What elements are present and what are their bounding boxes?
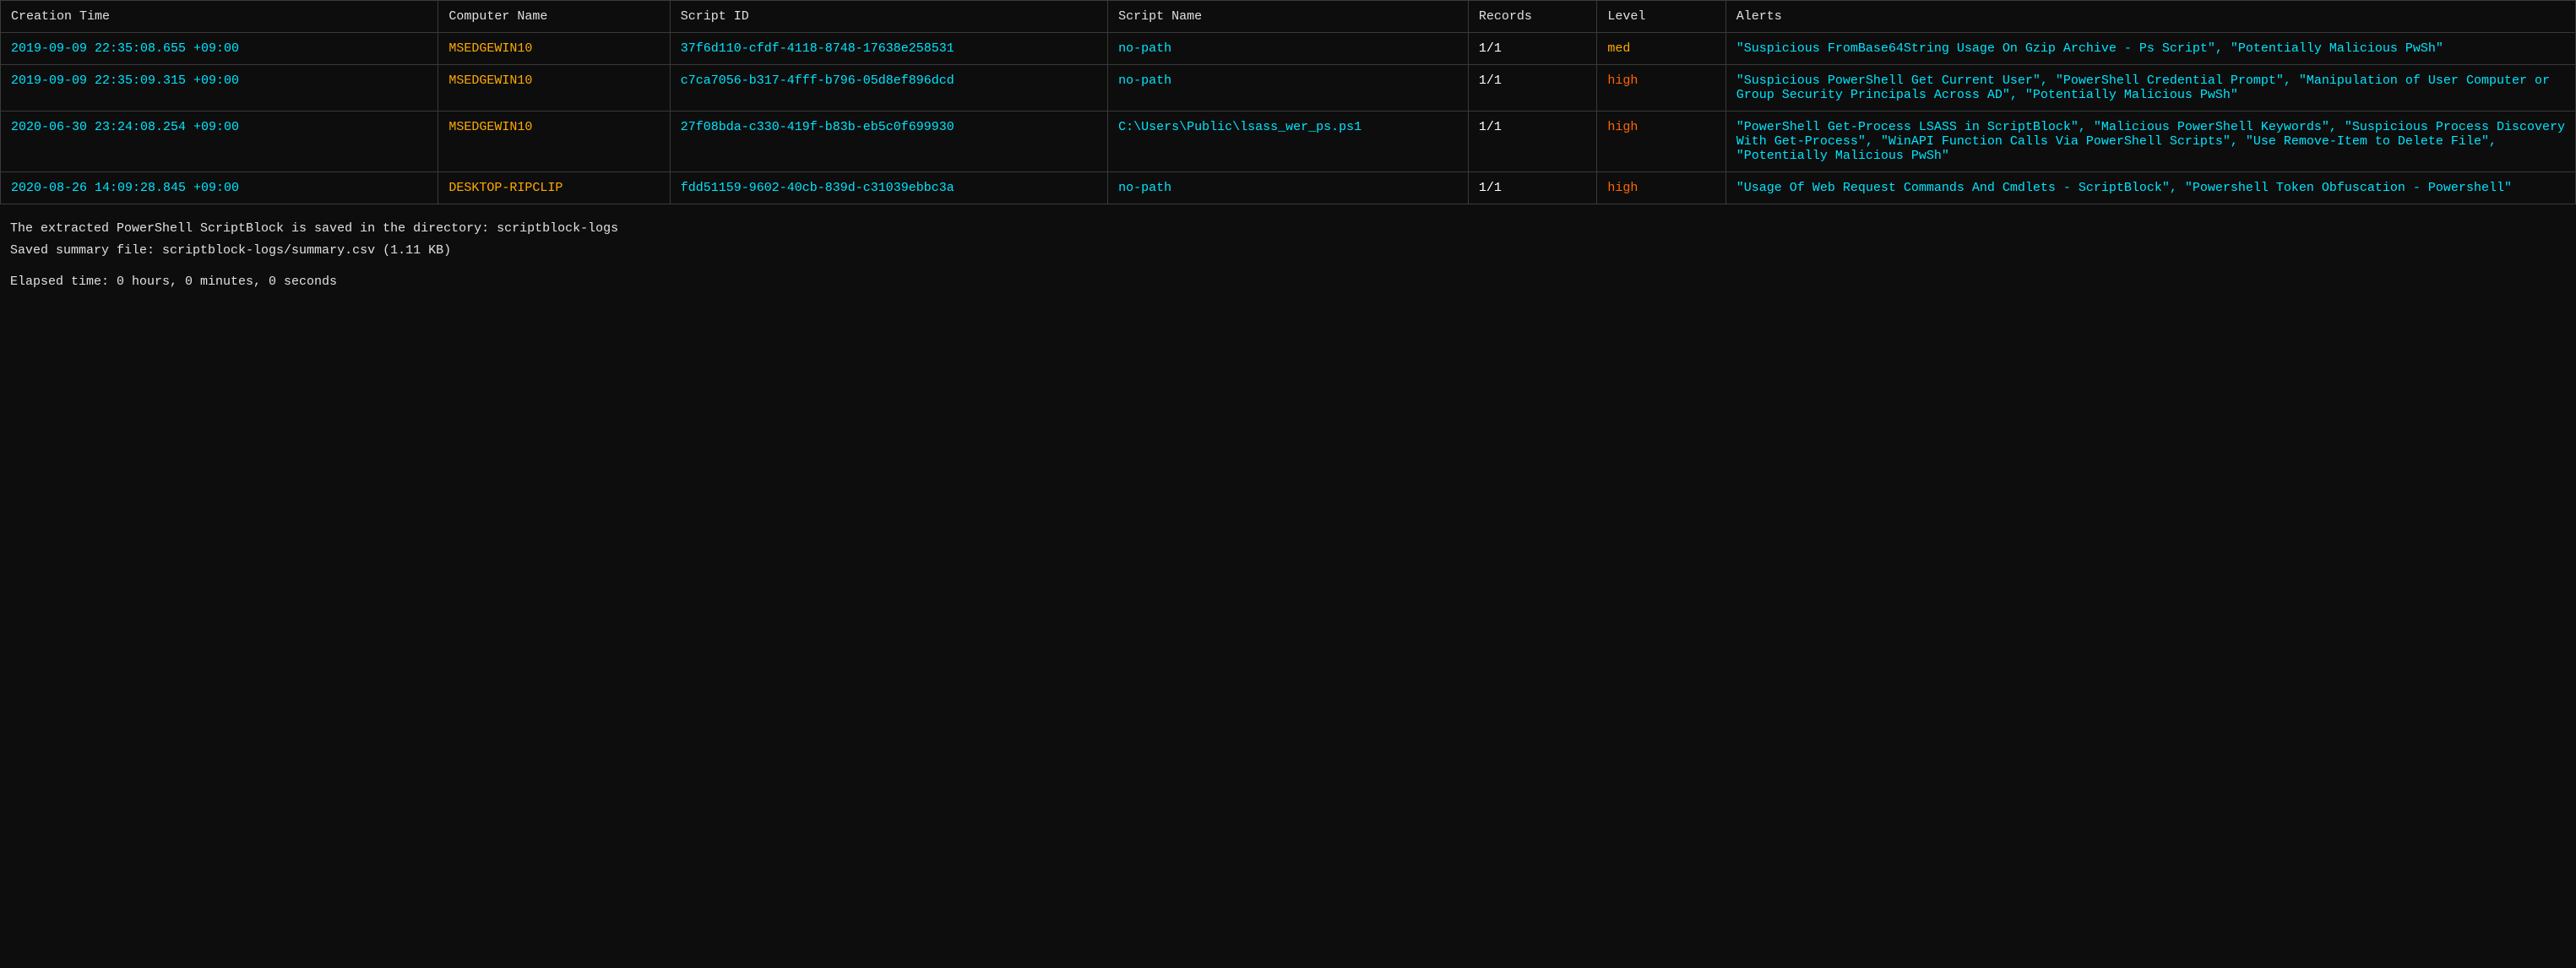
cell-records: 1/1: [1468, 172, 1596, 204]
cell-scriptname: no-path: [1108, 172, 1469, 204]
cell-computer: MSEDGEWIN10: [438, 111, 670, 172]
footer-elapsed: Elapsed time: 0 hours, 0 minutes, 0 seco…: [10, 271, 2566, 293]
cell-level: med: [1597, 33, 1725, 65]
footer-line-2: Saved summary file: scriptblock-logs/sum…: [10, 240, 2566, 262]
cell-level: high: [1597, 172, 1725, 204]
cell-computer: MSEDGEWIN10: [438, 33, 670, 65]
cell-scriptname: no-path: [1108, 65, 1469, 111]
cell-level: high: [1597, 111, 1725, 172]
table-row: 2019-09-09 22:35:08.655 +09:00MSEDGEWIN1…: [1, 33, 2576, 65]
header-computer-name: Computer Name: [438, 1, 670, 33]
header-script-name: Script Name: [1108, 1, 1469, 33]
cell-scriptid: fdd51159-9602-40cb-839d-c31039ebbc3a: [670, 172, 1107, 204]
cell-computer: DESKTOP-RIPCLIP: [438, 172, 670, 204]
cell-time: 2019-09-09 22:35:09.315 +09:00: [1, 65, 438, 111]
cell-time: 2020-08-26 14:09:28.845 +09:00: [1, 172, 438, 204]
results-table: Creation Time Computer Name Script ID Sc…: [0, 0, 2576, 204]
cell-records: 1/1: [1468, 111, 1596, 172]
main-container: Creation Time Computer Name Script ID Sc…: [0, 0, 2576, 307]
cell-scriptname: no-path: [1108, 33, 1469, 65]
cell-alerts: "PowerShell Get-Process LSASS in ScriptB…: [1725, 111, 2575, 172]
header-script-id: Script ID: [670, 1, 1107, 33]
cell-scriptid: 37f6d110-cfdf-4118-8748-17638e258531: [670, 33, 1107, 65]
header-creation-time: Creation Time: [1, 1, 438, 33]
table-row: 2020-08-26 14:09:28.845 +09:00DESKTOP-RI…: [1, 172, 2576, 204]
table-header-row: Creation Time Computer Name Script ID Sc…: [1, 1, 2576, 33]
cell-time: 2020-06-30 23:24:08.254 +09:00: [1, 111, 438, 172]
header-alerts: Alerts: [1725, 1, 2575, 33]
footer-section: The extracted PowerShell ScriptBlock is …: [0, 204, 2576, 307]
header-level: Level: [1597, 1, 1725, 33]
header-records: Records: [1468, 1, 1596, 33]
cell-alerts: "Suspicious FromBase64String Usage On Gz…: [1725, 33, 2575, 65]
cell-scriptname: C:\Users\Public\lsass_wer_ps.ps1: [1108, 111, 1469, 172]
cell-scriptid: c7ca7056-b317-4fff-b796-05d8ef896dcd: [670, 65, 1107, 111]
cell-records: 1/1: [1468, 65, 1596, 111]
cell-computer: MSEDGEWIN10: [438, 65, 670, 111]
cell-level: high: [1597, 65, 1725, 111]
cell-alerts: "Suspicious PowerShell Get Current User"…: [1725, 65, 2575, 111]
cell-scriptid: 27f08bda-c330-419f-b83b-eb5c0f699930: [670, 111, 1107, 172]
table-row: 2019-09-09 22:35:09.315 +09:00MSEDGEWIN1…: [1, 65, 2576, 111]
cell-time: 2019-09-09 22:35:08.655 +09:00: [1, 33, 438, 65]
cell-alerts: "Usage Of Web Request Commands And Cmdle…: [1725, 172, 2575, 204]
cell-records: 1/1: [1468, 33, 1596, 65]
footer-line-1: The extracted PowerShell ScriptBlock is …: [10, 218, 2566, 240]
table-row: 2020-06-30 23:24:08.254 +09:00MSEDGEWIN1…: [1, 111, 2576, 172]
